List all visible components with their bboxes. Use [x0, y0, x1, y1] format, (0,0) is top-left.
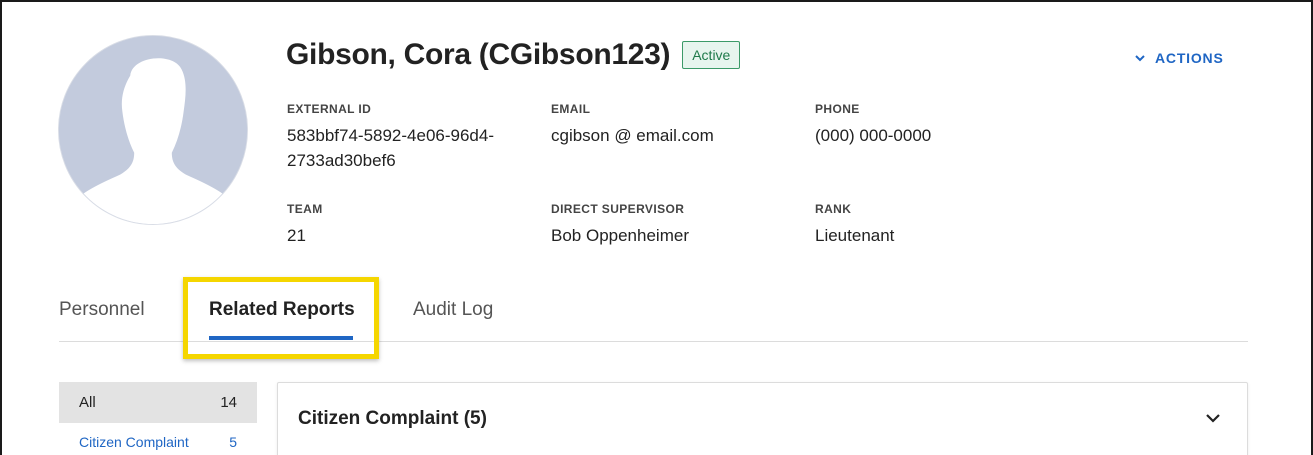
tab-audit-log[interactable]: Audit Log [413, 299, 493, 321]
chevron-down-icon[interactable] [1205, 412, 1221, 424]
phone-value: (000) 000-0000 [815, 126, 932, 145]
avatar [58, 35, 248, 225]
phone-field: PHONE (000) 000-0000 [815, 102, 931, 148]
status-badge: Active [682, 41, 741, 69]
chevron-down-icon [1135, 55, 1145, 62]
tab-personnel[interactable]: Personnel [59, 299, 145, 321]
sidebar-item-count: 14 [220, 394, 237, 411]
profile-header: Gibson, Cora (CGibson123) Active [286, 38, 741, 72]
team-field: TEAM 21 [287, 202, 323, 248]
profile-name: Gibson, Cora (CGibson123) [286, 38, 671, 71]
supervisor-label: DIRECT SUPERVISOR [551, 202, 685, 216]
email-label: EMAIL [551, 102, 591, 116]
sidebar-item-all[interactable]: All 14 [59, 382, 257, 423]
actions-label: ACTIONS [1155, 50, 1224, 66]
rank-value: Lieutenant [815, 226, 895, 245]
team-value: 21 [287, 226, 306, 245]
team-label: TEAM [287, 202, 323, 216]
rank-field: RANK Lieutenant [815, 202, 894, 248]
rank-label: RANK [815, 202, 852, 216]
external-id-label: EXTERNAL ID [287, 102, 372, 116]
supervisor-field: DIRECT SUPERVISOR Bob Oppenheimer [551, 202, 689, 248]
external-id-value: 583bbf74-5892-4e06-96d4-2733ad30bef6 [287, 126, 495, 170]
panel-title: Citizen Complaint (5) [298, 408, 487, 429]
email-field: EMAIL cgibson @ email.com [551, 102, 714, 148]
actions-button[interactable]: ACTIONS [1134, 50, 1224, 66]
report-section-panel[interactable]: Citizen Complaint (5) [277, 382, 1248, 455]
supervisor-value: Bob Oppenheimer [551, 226, 689, 245]
phone-label: PHONE [815, 102, 860, 116]
highlight-box [183, 277, 379, 359]
sidebar-item-count: 5 [229, 434, 237, 450]
email-value: cgibson @ email.com [551, 126, 714, 145]
person-silhouette-icon [59, 36, 247, 224]
sidebar-item-label: Citizen Complaint [79, 434, 189, 450]
sidebar-item-citizen-complaint[interactable]: Citizen Complaint 5 [59, 431, 257, 453]
sidebar-item-label: All [79, 394, 96, 411]
external-id-field: EXTERNAL ID 583bbf74-5892-4e06-96d4-2733… [287, 102, 517, 173]
